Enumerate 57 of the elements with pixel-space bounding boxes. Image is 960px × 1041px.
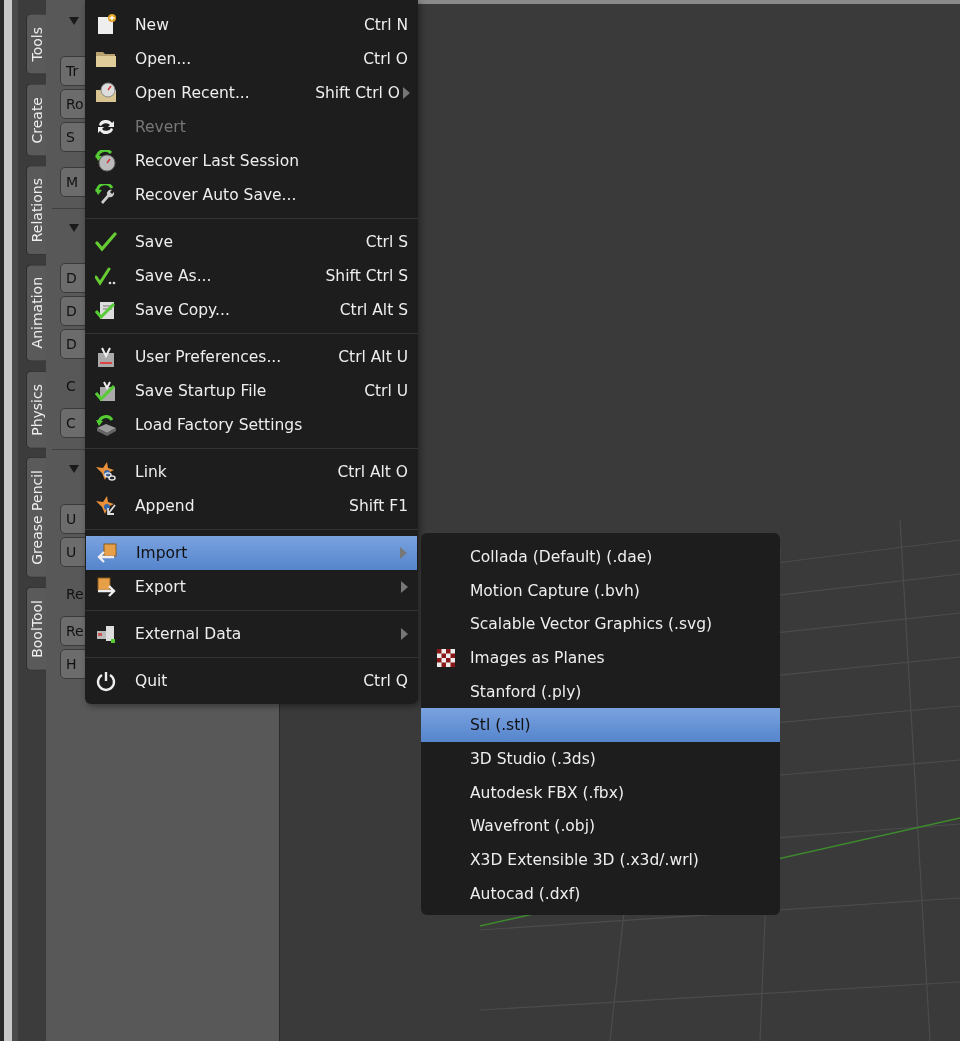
menu-item[interactable]: User Preferences... Ctrl Alt U <box>85 340 418 374</box>
menu-item[interactable]: Recover Last Session <box>85 144 418 178</box>
startup-check-icon <box>95 380 117 402</box>
menu-item[interactable]: Autodesk FBX (.fbx) <box>421 775 780 810</box>
menu-item[interactable]: Stl (.stl) <box>421 708 780 743</box>
menu-item[interactable]: Scalable Vector Graphics (.svg) <box>421 607 780 642</box>
menu-item[interactable]: New Ctrl N <box>85 8 418 42</box>
wrench-arrow-icon <box>95 184 117 206</box>
menu-item[interactable]: Load Factory Settings <box>85 408 418 442</box>
new-file-icon <box>95 14 117 36</box>
side-tab[interactable]: Relations <box>26 165 46 256</box>
side-tab[interactable]: Tools <box>26 14 46 75</box>
menu-item[interactable]: Save Ctrl S <box>85 225 418 259</box>
checkmark-icon <box>95 231 117 253</box>
side-tab[interactable]: BoolTool <box>26 587 46 672</box>
menu-item[interactable]: Save As... Shift Ctrl S <box>85 259 418 293</box>
menu-item[interactable]: X3D Extensible 3D (.x3d/.wrl) <box>421 843 780 877</box>
menu-item[interactable]: Autocad (.dxf) <box>421 876 780 911</box>
menu-item[interactable]: Motion Capture (.bvh) <box>421 573 780 608</box>
menu-item[interactable]: Save Copy... Ctrl Alt S <box>85 293 418 327</box>
menu-item[interactable]: Images as Planes <box>421 641 780 675</box>
menu-item[interactable]: Export <box>85 570 418 604</box>
menu-item[interactable]: Collada (Default) (.dae) <box>421 540 780 574</box>
menu-item[interactable]: Recover Auto Save... <box>85 178 418 212</box>
menu-item[interactable]: Append Shift F1 <box>85 489 418 523</box>
menu-item[interactable]: Save Startup File Ctrl U <box>85 374 418 408</box>
panel-label: C <box>65 378 76 394</box>
import-icon <box>96 542 118 564</box>
menu-item[interactable]: Open... Ctrl O <box>85 42 418 76</box>
export-icon <box>95 576 117 598</box>
factory-reset-icon <box>95 414 117 436</box>
side-tab[interactable]: Create <box>26 83 46 157</box>
document-check-icon <box>95 299 117 321</box>
menu-item[interactable]: Stanford (.ply) <box>421 674 780 709</box>
menu-item[interactable]: Quit Ctrl Q <box>85 664 418 698</box>
chain-link-icon <box>95 461 117 483</box>
checkerboard-icon <box>436 648 455 667</box>
menu-item[interactable]: 3D Studio (.3ds) <box>421 742 780 776</box>
files-icon <box>95 623 117 645</box>
menu-item[interactable]: External Data <box>85 617 418 651</box>
append-arrow-icon <box>95 495 117 517</box>
menu-item[interactable]: Wavefront (.obj) <box>421 809 780 844</box>
folder-clock-icon <box>95 82 117 104</box>
power-icon <box>95 670 117 692</box>
menu-item[interactable]: Open Recent... Shift Ctrl O <box>85 76 418 110</box>
checkmark-dots-icon <box>95 265 117 287</box>
collapse-triangle-icon[interactable] <box>68 16 80 26</box>
side-tab[interactable]: Animation <box>26 264 46 362</box>
clock-arrow-icon <box>95 150 117 172</box>
collapse-triangle-icon[interactable] <box>68 223 80 233</box>
menu-item[interactable]: Import <box>86 536 417 570</box>
preferences-icon <box>95 346 117 368</box>
panel-label: Re <box>65 586 84 602</box>
side-tab[interactable]: Grease Pencil <box>26 457 46 579</box>
menu-item[interactable]: Link Ctrl Alt O <box>85 455 418 489</box>
side-tab[interactable]: Physics <box>26 370 46 449</box>
collapse-triangle-icon[interactable] <box>68 464 80 474</box>
